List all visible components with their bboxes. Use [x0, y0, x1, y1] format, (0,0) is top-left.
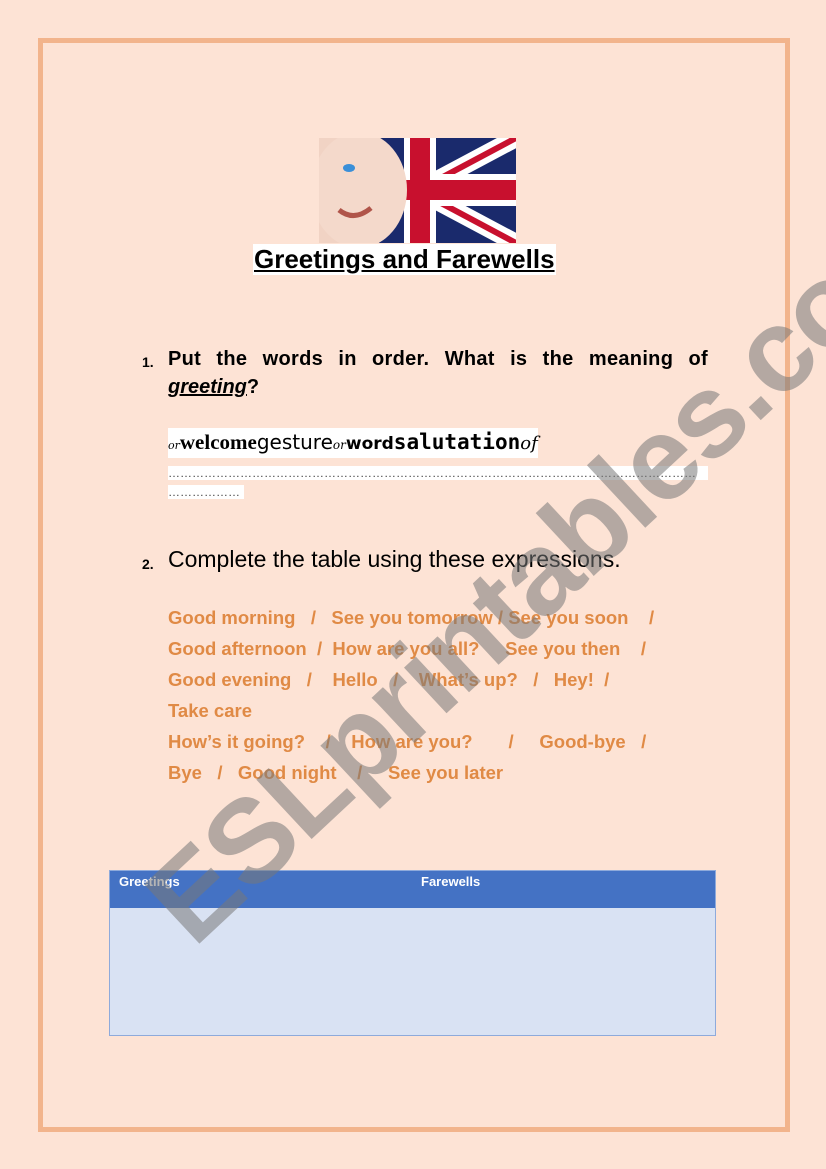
baby-union-jack-image: [319, 138, 516, 243]
greetings-cell[interactable]: [110, 908, 412, 1036]
question-1-text: Put the words in order. What is the mean…: [168, 348, 708, 370]
scrambled-words: orwelcomegestureorwordsalutationof: [168, 428, 538, 458]
word: salutation: [393, 430, 521, 454]
header-farewells: Farewells: [421, 874, 481, 889]
question-number: 2.: [142, 556, 154, 572]
word: gesture: [256, 430, 333, 454]
word: of: [520, 433, 538, 454]
question-1-keyword-line: greeting?: [168, 376, 259, 399]
page-title: Greetings and Farewells: [253, 244, 556, 275]
answer-line[interactable]: ………………: [168, 485, 244, 499]
word: word: [345, 434, 394, 454]
keyword: greeting: [168, 376, 247, 398]
word: or: [168, 439, 180, 452]
question-mark: ?: [246, 376, 260, 398]
question-number: 1.: [142, 354, 154, 370]
farewells-cell[interactable]: [412, 908, 715, 1036]
word: or: [332, 438, 346, 452]
word: welcome: [179, 430, 257, 454]
